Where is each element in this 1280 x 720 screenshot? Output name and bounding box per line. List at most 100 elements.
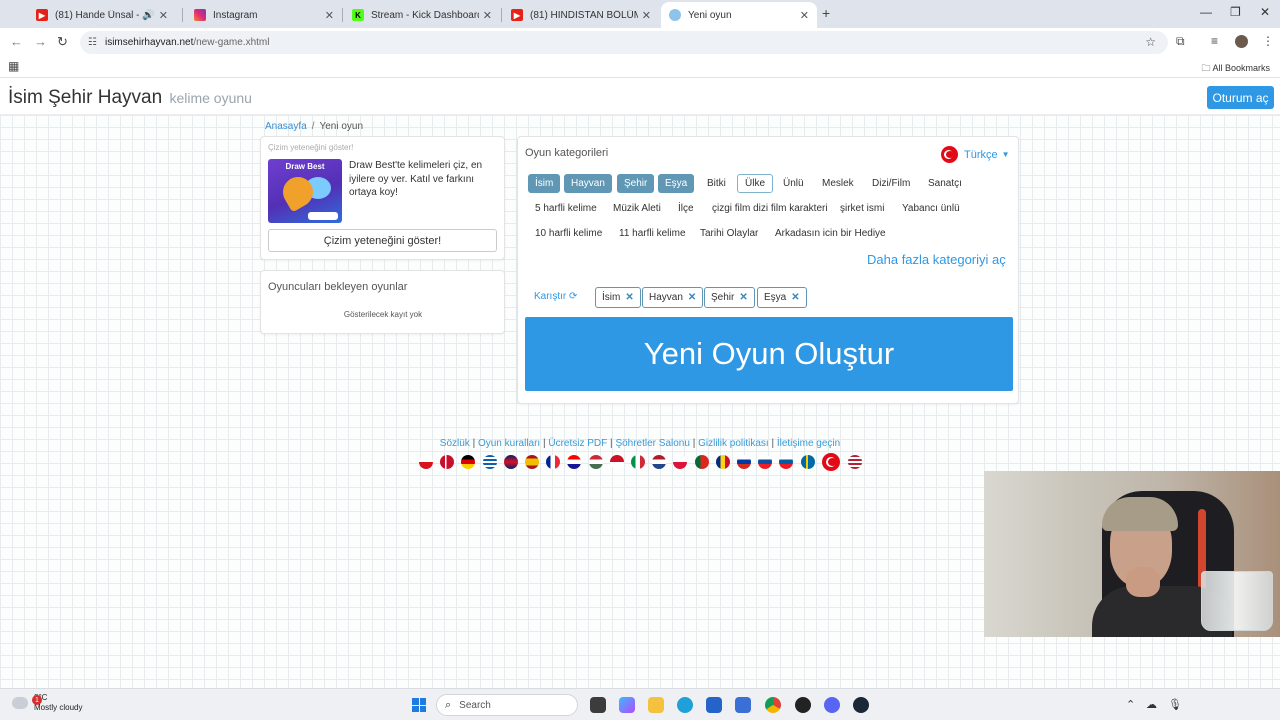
browser-tab[interactable]: K Stream - Kick Dashboard ✕ [344, 2, 500, 28]
flag-nl-icon[interactable] [652, 455, 667, 469]
category-chip[interactable]: çizgi film dizi film karakteri [705, 199, 835, 218]
flag-gr-icon[interactable] [482, 455, 497, 469]
flag-sk-icon[interactable] [758, 455, 773, 469]
category-chip-sehir[interactable]: Şehir [617, 174, 655, 193]
steam-icon[interactable] [853, 697, 869, 713]
close-icon[interactable]: ✕ [642, 9, 651, 22]
back-icon[interactable]: ← [10, 34, 23, 49]
category-chip[interactable]: şirket ismi [833, 199, 891, 218]
remove-icon[interactable]: ✕ [739, 292, 747, 303]
site-info-icon[interactable]: ☷ [88, 37, 97, 48]
microphone-icon[interactable]: 🎙 [1168, 698, 1182, 711]
speaker-icon[interactable]: 🔊 [142, 10, 154, 21]
remove-icon[interactable]: ✕ [791, 292, 799, 303]
selected-category-tag[interactable]: Eşya ✕ [757, 287, 807, 308]
all-bookmarks[interactable]: 🗀 All Bookmarks [1201, 61, 1270, 77]
chrome-icon[interactable] [765, 697, 781, 713]
category-chip-isim[interactable]: İsim [528, 174, 561, 193]
category-chip[interactable]: Arkadasın icin bir Hediye [768, 224, 893, 243]
selected-category-tag[interactable]: İsim ✕ [595, 287, 641, 308]
shuffle-button[interactable]: Karıştır ⟳ [534, 291, 577, 302]
minimize-icon[interactable]: — [1200, 5, 1212, 19]
category-chip[interactable]: 10 harfli kelime [528, 224, 609, 243]
flag-us-icon[interactable] [847, 455, 862, 469]
close-icon[interactable]: ✕ [800, 9, 809, 22]
category-chip[interactable]: 11 harfli kelime [612, 224, 693, 243]
close-icon[interactable]: ✕ [325, 9, 334, 22]
footer-link-contact[interactable]: İletişime geçin [777, 438, 840, 449]
flag-pt-icon[interactable] [694, 455, 709, 469]
windows-start-icon[interactable] [412, 698, 426, 712]
flag-cz-icon[interactable] [419, 455, 433, 469]
create-game-button[interactable]: Yeni Oyun Oluştur [525, 317, 1013, 391]
discord-icon[interactable] [824, 697, 840, 713]
obs-icon[interactable] [795, 697, 811, 713]
flag-dk-icon[interactable] [440, 455, 455, 469]
selected-category-tag[interactable]: Şehir ✕ [704, 287, 755, 308]
taskbar-search[interactable]: ⌕ Search [436, 694, 578, 716]
reload-icon[interactable]: ↻ [57, 34, 68, 50]
browser-tab-active[interactable]: Yeni oyun ✕ [661, 2, 817, 28]
draw-best-image[interactable]: Draw Best [268, 159, 342, 223]
category-chip-unlu[interactable]: Ünlü [776, 174, 811, 193]
task-view-icon[interactable] [590, 697, 606, 713]
flag-fr-icon[interactable] [546, 455, 561, 469]
flag-it-icon[interactable] [631, 455, 645, 469]
login-button[interactable]: Oturum aç [1207, 86, 1274, 109]
url-field[interactable]: ☷ isimsehirhayvan.net/new-game.xhtml ☆ [80, 31, 1168, 54]
category-chip-sanatci[interactable]: Sanatçı [921, 174, 969, 193]
remove-icon[interactable]: ✕ [688, 292, 696, 303]
category-chip-hayvan[interactable]: Hayvan [564, 174, 612, 193]
category-chip[interactable]: Yabancı ünlü [895, 199, 967, 218]
flag-es-icon[interactable] [525, 455, 539, 469]
menu-dots-icon[interactable]: ⋮ [1262, 34, 1274, 48]
profile-avatar[interactable] [1235, 35, 1248, 48]
flag-de-icon[interactable] [461, 455, 476, 469]
footer-link-sozluk[interactable]: Sözlük [440, 438, 470, 449]
browser-tab[interactable]: ▶ (81) HİNDİSTAN BÖLÜM 2: VAR ✕ [503, 2, 659, 28]
flag-ro-icon[interactable] [715, 455, 730, 469]
flag-hr-icon[interactable] [567, 455, 582, 469]
promo-button[interactable]: Çizim yeteneğini göster! [268, 229, 497, 252]
extensions-icon[interactable]: ⧉ [1176, 34, 1185, 49]
site-brand[interactable]: İsim Şehir Hayvan kelime oyunu [8, 87, 252, 109]
flag-id-icon[interactable] [609, 455, 624, 469]
apps-grid-icon[interactable]: ▦ [8, 59, 19, 73]
browser-tab[interactable]: Instagram ✕ [186, 2, 342, 28]
category-chip-ulke[interactable]: Ülke [737, 174, 774, 193]
footer-link-pdf[interactable]: Ücretsiz PDF [548, 438, 607, 449]
category-chip[interactable]: 5 harfli kelime [528, 199, 604, 218]
onedrive-icon[interactable]: ☁ [1146, 698, 1157, 711]
restore-icon[interactable]: ❐ [1230, 5, 1241, 19]
category-chip[interactable]: Tarihi Olaylar [693, 224, 765, 243]
footer-link-privacy[interactable]: Gizlilik politikası [698, 438, 769, 449]
flag-si-icon[interactable] [779, 455, 794, 469]
browser-tab[interactable]: ▶ (81) Hande Ünsal - Nerdesi 🔊 ✕ [28, 2, 176, 28]
category-chip[interactable]: Müzik Aleti [606, 199, 668, 218]
selected-category-tag[interactable]: Hayvan ✕ [642, 287, 704, 308]
flag-pl-icon[interactable] [673, 455, 688, 469]
category-chip-dizi-film[interactable]: Dizi/Film [865, 174, 917, 193]
flag-gb-icon[interactable] [503, 455, 518, 469]
flag-hu-icon[interactable] [588, 455, 603, 469]
close-icon[interactable]: ✕ [483, 9, 492, 22]
category-chip-esya[interactable]: Eşya [658, 174, 695, 193]
weather-widget[interactable]: 1 8°C Mostly cloudy [12, 693, 82, 713]
footer-link-hall-of-fame[interactable]: Şöhretler Salonu [615, 438, 690, 449]
language-selector[interactable]: Türkçe ▼ [941, 146, 1010, 163]
close-icon[interactable]: ✕ [159, 9, 168, 22]
remove-icon[interactable]: ✕ [625, 292, 633, 303]
new-tab-icon[interactable]: + [822, 5, 830, 21]
bookmark-star-icon[interactable]: ☆ [1145, 35, 1156, 49]
category-chip[interactable]: İlçe [671, 199, 701, 218]
category-chip-bitki[interactable]: Bitki [700, 174, 733, 193]
breadcrumb-home-link[interactable]: Anasayfa [265, 121, 307, 132]
app-icon[interactable] [735, 697, 751, 713]
more-categories-link[interactable]: Daha fazla kategoriyi aç [867, 252, 1006, 267]
window-close-icon[interactable]: ✕ [1260, 5, 1270, 19]
edge-icon[interactable] [677, 697, 693, 713]
media-control-icon[interactable]: ≡ [1211, 34, 1218, 48]
file-explorer-icon[interactable] [648, 697, 664, 713]
copilot-icon[interactable] [619, 697, 635, 713]
flag-se-icon[interactable] [800, 455, 815, 469]
